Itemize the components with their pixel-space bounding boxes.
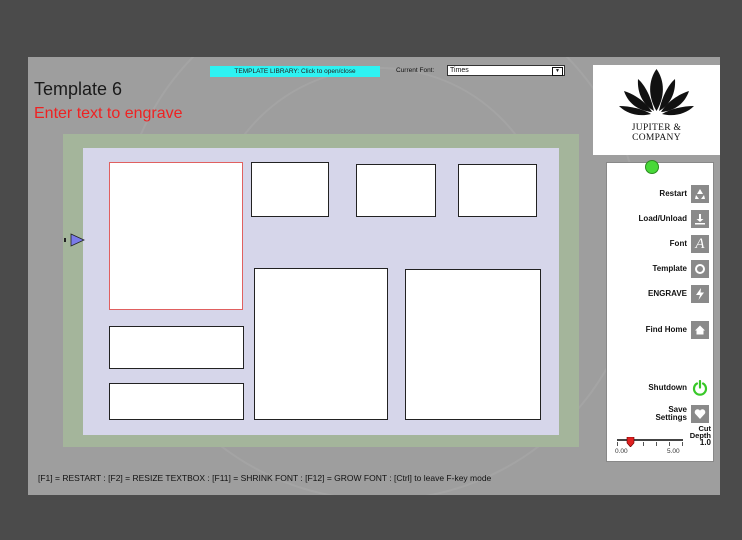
dropdown-arrow-icon[interactable]: ▼ bbox=[552, 67, 563, 76]
slider-thumb-icon bbox=[626, 436, 635, 448]
engrave-prompt: Enter text to engrave bbox=[34, 105, 183, 122]
home-icon bbox=[695, 325, 705, 335]
engraving-bed bbox=[63, 134, 579, 447]
cut-depth-label: Cut Depth 1.0 bbox=[690, 425, 711, 447]
template-button[interactable] bbox=[691, 260, 709, 278]
cut-depth-value: 1.0 bbox=[699, 438, 711, 447]
restart-row[interactable]: Restart bbox=[659, 185, 709, 203]
status-indicator bbox=[645, 160, 659, 174]
logo-line-1: JUPITER & bbox=[631, 123, 682, 133]
textbox-6[interactable] bbox=[405, 269, 541, 420]
lotus-icon bbox=[619, 69, 694, 116]
engraver-app: Template 6 Enter text to engrave TEMPLAT… bbox=[28, 57, 720, 495]
template-canvas bbox=[83, 148, 559, 435]
shutdown-label: Shutdown bbox=[648, 383, 687, 392]
play-triangle-icon bbox=[64, 233, 85, 247]
engrave-row[interactable]: ENGRAVE bbox=[648, 285, 709, 303]
font-button[interactable]: A bbox=[691, 235, 709, 253]
home-position-marker bbox=[64, 233, 88, 247]
textbox-4[interactable] bbox=[458, 164, 537, 217]
textbox-8[interactable] bbox=[109, 383, 244, 420]
logo-line-2: COMPANY bbox=[632, 133, 681, 143]
template-title: Template 6 bbox=[34, 79, 123, 99]
engrave-button[interactable] bbox=[691, 285, 709, 303]
save-settings-button[interactable] bbox=[691, 405, 709, 423]
save-settings-row[interactable]: Save Settings bbox=[655, 403, 709, 425]
logo-text: JUPITER & COMPANY bbox=[593, 123, 720, 143]
load-label: Load/Unload bbox=[638, 214, 687, 223]
font-label: Font bbox=[669, 239, 687, 248]
font-select-value: Times bbox=[450, 67, 469, 74]
slider-min-label: 0.00 bbox=[615, 448, 628, 455]
cut-depth-control: Cut Depth 1.0 0.00 5.00 bbox=[615, 425, 711, 459]
download-icon bbox=[695, 214, 705, 225]
engrave-label: ENGRAVE bbox=[648, 289, 687, 298]
hotkey-help: [F1] = RESTART : [F2] = RESIZE TEXTBOX :… bbox=[38, 473, 492, 483]
font-a-icon: A bbox=[695, 235, 705, 252]
load-row[interactable]: Load/Unload bbox=[639, 210, 709, 228]
slider-thumb[interactable] bbox=[626, 434, 635, 448]
textbox-3[interactable] bbox=[356, 164, 436, 217]
textbox-5[interactable] bbox=[254, 268, 388, 420]
recycle-icon bbox=[695, 189, 705, 199]
lightning-icon bbox=[696, 288, 704, 300]
cut-depth-slider[interactable] bbox=[617, 434, 683, 448]
save-settings-label: Save Settings bbox=[655, 406, 687, 422]
find-home-label: Find Home bbox=[645, 325, 687, 334]
save-label-line2: Settings bbox=[655, 413, 687, 422]
heart-icon bbox=[694, 409, 706, 419]
template-label: Template bbox=[652, 264, 687, 273]
find-home-button[interactable] bbox=[691, 321, 709, 339]
shutdown-row[interactable]: Shutdown bbox=[648, 379, 709, 397]
find-home-row[interactable]: Find Home bbox=[646, 321, 709, 339]
textbox-1[interactable] bbox=[109, 162, 243, 310]
shutdown-button[interactable] bbox=[691, 379, 709, 397]
control-panel: Restart Load/Unload Font A Template ENGR… bbox=[606, 160, 714, 462]
template-library-button[interactable]: TEMPLATE LIBRARY: Click to open/close bbox=[210, 66, 380, 77]
textbox-7[interactable] bbox=[109, 326, 244, 369]
restart-label: Restart bbox=[659, 189, 687, 198]
company-logo: JUPITER & COMPANY bbox=[593, 65, 720, 155]
gear-icon bbox=[695, 264, 705, 274]
slider-max-label: 5.00 bbox=[667, 448, 680, 455]
power-icon bbox=[692, 380, 708, 396]
restart-button[interactable] bbox=[691, 185, 709, 203]
load-unload-button[interactable] bbox=[691, 210, 709, 228]
template-row[interactable]: Template bbox=[652, 260, 709, 278]
textbox-2[interactable] bbox=[251, 162, 329, 217]
font-select[interactable]: Times ▼ bbox=[447, 65, 565, 76]
font-row[interactable]: Font A bbox=[670, 235, 709, 253]
current-font-label: Current Font: bbox=[396, 67, 435, 74]
